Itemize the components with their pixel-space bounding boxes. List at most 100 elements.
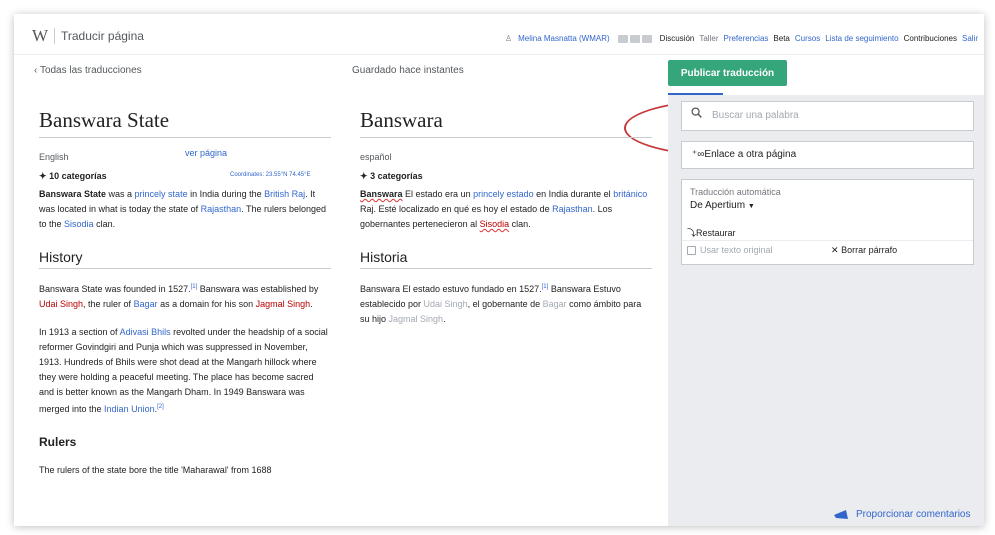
user-link[interactable]: Melina Masnatta (WMAR) <box>518 34 610 43</box>
link-salir[interactable]: Salir <box>962 34 978 43</box>
close-icon: ✕ <box>831 245 839 255</box>
link-contribuciones[interactable]: Contribuciones <box>904 34 957 43</box>
text: Banswara State <box>39 189 107 199</box>
link-princely-state[interactable]: princely state <box>135 189 188 199</box>
link-bagar[interactable]: Bagar <box>134 299 158 309</box>
text: In 1913 a section of <box>39 327 120 337</box>
link-card[interactable]: ⁺∞Enlace a otra página <box>681 141 974 169</box>
publish-button[interactable]: Publicar traducción <box>668 60 787 86</box>
target-intro[interactable]: Banswara El estado era un princely estad… <box>360 187 652 232</box>
tag-icon: ✦ <box>360 171 368 181</box>
messages-badge[interactable] <box>641 34 652 43</box>
text: Raj. Esté localizado en qué es hoy el es… <box>360 204 553 214</box>
link-british-raj[interactable]: British Raj <box>264 189 305 199</box>
link-bagar-es[interactable]: Bagar <box>543 299 567 309</box>
source-history-p1: Banswara State was founded in 1527.[1] B… <box>39 280 331 312</box>
link-sisodia[interactable]: Sisodia <box>64 219 94 229</box>
back-link-label: Todas las traducciones <box>39 65 142 76</box>
target-history-p1[interactable]: Banswara El estado estuvo fundado en 152… <box>360 280 652 327</box>
use-original-option[interactable]: Usar texto original <box>687 245 773 255</box>
link-card-text: Enlace a otra página <box>704 149 797 160</box>
wikipedia-logo[interactable]: W <box>32 26 48 46</box>
clear-paragraph-button[interactable]: ✕ Borrar párrafo <box>831 245 897 256</box>
feedback-link[interactable]: Proporcionar comentarios <box>834 509 971 520</box>
link-udai-singh-es[interactable]: Udai Singh <box>424 299 468 309</box>
mt-provider-dropdown[interactable]: De Apertium ▼ <box>690 200 755 211</box>
text: in India during the <box>187 189 265 199</box>
dictionary-search[interactable]: Buscar una palabra <box>681 101 974 131</box>
machine-translation-card: Traducción automática De Apertium ▼ ⤵Res… <box>681 179 974 265</box>
checkbox-icon <box>687 245 696 255</box>
tools-panel: Buscar una palabra ⁺∞Enlace a otra págin… <box>668 95 984 526</box>
notices-badge[interactable] <box>629 34 640 43</box>
link-adivasi-bhils[interactable]: Adivasi Bhils <box>120 327 171 337</box>
dropdown-caret-icon: ▼ <box>747 203 755 210</box>
text: El estado era un <box>402 189 474 199</box>
link-udai-singh[interactable]: Udai Singh <box>39 299 83 309</box>
use-original-label: Usar texto original <box>700 245 773 255</box>
search-icon <box>691 107 702 118</box>
text: . <box>310 299 313 309</box>
target-title[interactable]: Banswara <box>360 108 652 138</box>
search-placeholder: Buscar una palabra <box>712 110 799 121</box>
personal-tools: ♙ Melina Masnatta (WMAR) Discusión Talle… <box>505 34 978 43</box>
target-categories-label: 3 categorías <box>370 171 423 181</box>
notification-badges[interactable] <box>617 34 652 43</box>
back-link[interactable]: ‹ Todas las traducciones <box>34 65 142 76</box>
link-sisodia-es[interactable]: Sisodia <box>480 219 510 229</box>
text: . <box>443 314 446 324</box>
link-card-label: ⁺∞Enlace a otra página <box>692 149 796 160</box>
link-taller[interactable]: Taller <box>699 34 718 43</box>
link-britanico[interactable]: británico <box>613 189 647 199</box>
megaphone-icon <box>834 510 848 519</box>
tag-icon: ✦ <box>39 171 47 181</box>
top-bar: W Traducir página ♙ Melina Masnatta (WMA… <box>14 14 984 55</box>
app-title: Traducir página <box>61 29 144 43</box>
text: as a domain for his son <box>157 299 256 309</box>
link-preferencias[interactable]: Preferencias <box>723 34 768 43</box>
link-jagmal-singh[interactable]: Jagmal Singh <box>256 299 311 309</box>
link-indian-union[interactable]: Indian Union <box>104 404 155 414</box>
source-history-heading: History <box>39 249 331 269</box>
feedback-label: Proporcionar comentarios <box>856 509 971 520</box>
restore-label: Restaurar <box>696 228 736 238</box>
link-cursos[interactable]: Cursos <box>795 34 820 43</box>
ref-2[interactable]: [2] <box>157 404 164 410</box>
text: en India durante el <box>533 189 614 199</box>
link-rajasthan[interactable]: Rajasthan <box>201 204 242 214</box>
target-categories[interactable]: ✦ 3 categorías <box>360 171 654 182</box>
restore-icon: ⤵ <box>687 228 697 238</box>
source-rulers-heading: Rulers <box>39 435 77 449</box>
link-princely-estado[interactable]: princely estado <box>473 189 534 199</box>
source-column: Banswara State English ver página ✦ 10 c… <box>39 108 333 478</box>
target-column[interactable]: Banswara español ✦ 3 categorías Banswara… <box>360 108 654 327</box>
link-lista-seguimiento[interactable]: Lista de seguimiento <box>825 34 898 43</box>
save-status: Guardado hace instantes <box>352 65 464 76</box>
text: Banswara was established by <box>197 284 319 294</box>
logo-divider <box>54 28 55 44</box>
window: W Traducir página ♙ Melina Masnatta (WMA… <box>14 14 984 526</box>
text: Banswara State was founded in 1527. <box>39 284 191 294</box>
clear-paragraph-label: Borrar párrafo <box>841 245 898 255</box>
view-page-link[interactable]: ver página <box>185 148 227 158</box>
source-title: Banswara State <box>39 108 331 138</box>
mt-caption: Traducción automática <box>690 187 781 197</box>
link-beta[interactable]: Beta <box>773 34 789 43</box>
source-history-p2: In 1913 a section of Adivasi Bhils revol… <box>39 325 331 417</box>
source-categories-label: 10 categorías <box>49 171 107 181</box>
link-discusion[interactable]: Discusión <box>660 34 695 43</box>
translation-header: ‹ Todas las traducciones Guardado hace i… <box>14 55 984 157</box>
link-rajasthan-es[interactable]: Rajasthan <box>552 204 593 214</box>
text: , the ruler of <box>83 299 134 309</box>
link-plus-icon: ⁺∞ <box>692 149 705 160</box>
target-history-heading[interactable]: Historia <box>360 249 652 269</box>
coordinates[interactable]: Coordinates: 23.55°N 74.45°E <box>230 172 311 178</box>
alerts-badge[interactable] <box>617 34 628 43</box>
link-jagmal-singh-es[interactable]: Jagmal Singh <box>389 314 444 324</box>
mt-provider-label: De Apertium <box>690 200 746 211</box>
text: revolted under the headship of a social … <box>39 327 328 414</box>
source-rulers-text: The rulers of the state bore the title '… <box>39 465 272 475</box>
text: clan. <box>509 219 531 229</box>
mt-divider <box>682 240 973 241</box>
restore-button[interactable]: ⤵Restaurar <box>687 226 736 239</box>
